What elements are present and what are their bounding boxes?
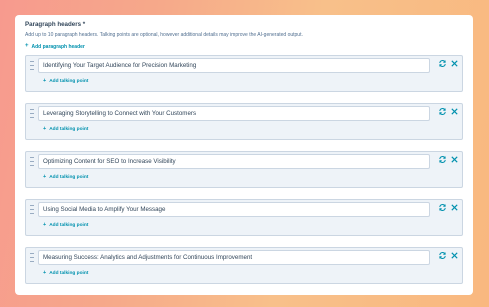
add-paragraph-header-label: Add paragraph header [31, 43, 85, 50]
drag-handle-icon[interactable] [30, 109, 34, 118]
close-icon[interactable] [450, 155, 459, 164]
drag-handle-icon[interactable] [30, 157, 34, 166]
row-actions [438, 203, 459, 212]
add-talking-point-label: Add talking point [49, 175, 89, 180]
paragraph-header-row: Identifying Your Target Audience for Pre… [25, 55, 463, 92]
add-talking-point-button[interactable]: + Add talking point [43, 270, 88, 277]
paragraph-header-row: Using Social Media to Amplify Your Messa… [25, 199, 463, 236]
add-talking-point-button[interactable]: + Add talking point [43, 78, 88, 85]
plus-icon: + [43, 78, 47, 84]
add-talking-point-label: Add talking point [49, 271, 89, 276]
row-actions [438, 251, 459, 260]
drag-handle-icon[interactable] [30, 253, 34, 262]
row-actions [438, 107, 459, 116]
drag-handle-icon[interactable] [30, 61, 34, 70]
plus-icon: + [43, 126, 47, 132]
close-icon[interactable] [450, 203, 459, 212]
refresh-icon[interactable] [438, 107, 447, 116]
close-icon[interactable] [450, 59, 459, 68]
close-icon[interactable] [450, 107, 459, 116]
add-talking-point-label: Add talking point [49, 127, 89, 132]
paragraph-headers-panel: Paragraph headers * Add up to 10 paragra… [15, 15, 473, 295]
refresh-icon[interactable] [438, 251, 447, 260]
add-talking-point-button[interactable]: + Add talking point [43, 174, 88, 181]
add-talking-point-button[interactable]: + Add talking point [43, 126, 88, 133]
refresh-icon[interactable] [438, 59, 447, 68]
paragraph-header-list: Identifying Your Target Audience for Pre… [25, 55, 463, 284]
add-paragraph-header-button[interactable]: + Add paragraph header [25, 43, 463, 50]
refresh-icon[interactable] [438, 155, 447, 164]
add-talking-point-label: Add talking point [49, 223, 89, 228]
paragraph-header-input[interactable]: Measuring Success: Analytics and Adjustm… [38, 250, 430, 265]
section-title: Paragraph headers * [25, 21, 86, 28]
plus-icon: + [43, 174, 47, 180]
paragraph-header-row: Measuring Success: Analytics and Adjustm… [25, 247, 463, 284]
section-description: Add up to 10 paragraph headers. Talking … [25, 32, 303, 38]
paragraph-header-input[interactable]: Using Social Media to Amplify Your Messa… [38, 202, 430, 217]
refresh-icon[interactable] [438, 203, 447, 212]
paragraph-header-row: Optimizing Content for SEO to Increase V… [25, 151, 463, 188]
row-actions [438, 155, 459, 164]
close-icon[interactable] [450, 251, 459, 260]
paragraph-header-input[interactable]: Leveraging Storytelling to Connect with … [38, 106, 430, 121]
paragraph-header-row: Leveraging Storytelling to Connect with … [25, 103, 463, 140]
drag-handle-icon[interactable] [30, 205, 34, 214]
plus-icon: + [43, 222, 47, 228]
add-talking-point-button[interactable]: + Add talking point [43, 222, 88, 229]
row-actions [438, 59, 459, 68]
add-talking-point-label: Add talking point [49, 79, 89, 84]
plus-icon: + [43, 270, 47, 276]
paragraph-header-input[interactable]: Identifying Your Target Audience for Pre… [38, 58, 430, 73]
paragraph-header-input[interactable]: Optimizing Content for SEO to Increase V… [38, 154, 430, 169]
plus-icon: + [25, 43, 29, 49]
